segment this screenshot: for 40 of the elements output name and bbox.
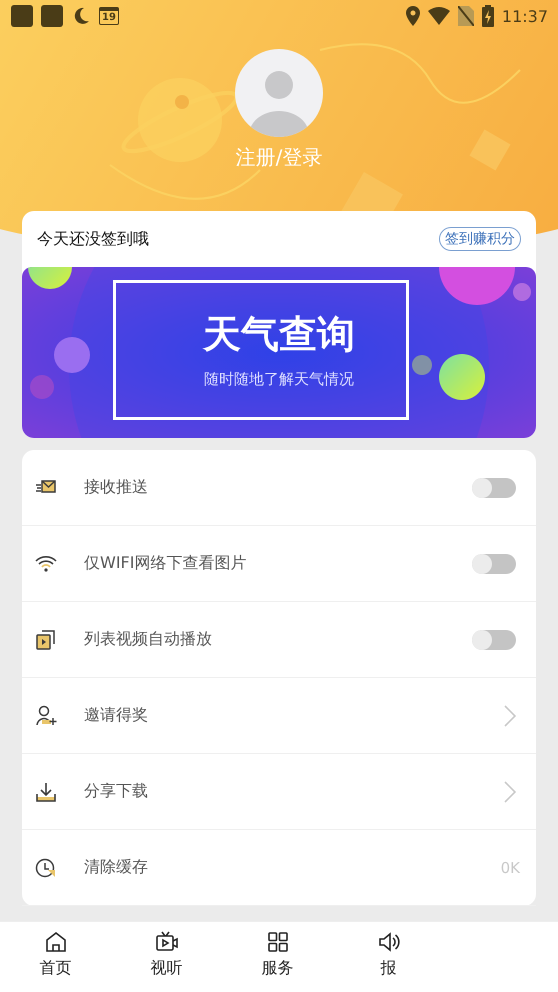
- location-icon: [406, 6, 420, 26]
- setting-label: 仅WIFI网络下查看图片: [84, 553, 248, 574]
- home-icon: [44, 930, 68, 954]
- banner-subtitle: 随时随地了解天气情况: [203, 370, 355, 389]
- tv-icon: [154, 930, 178, 954]
- avatar-icon[interactable]: [235, 49, 323, 137]
- weather-banner[interactable]: 天气查询 随时随地了解天气情况: [22, 267, 536, 438]
- chevron-right-icon: [504, 704, 516, 726]
- add-user-icon: [34, 704, 58, 728]
- setting-label: 分享下载: [84, 781, 149, 802]
- no-sim-icon: [458, 6, 474, 26]
- nav-tab[interactable]: 视听: [111, 922, 222, 992]
- toggle-switch[interactable]: [472, 630, 516, 650]
- battery-icon: [482, 5, 494, 27]
- sign-in-button[interactable]: 签到赚积分: [439, 227, 521, 251]
- nav-tab[interactable]: 报: [333, 922, 444, 992]
- settings-row[interactable]: 邀请得奖: [22, 678, 536, 754]
- toggle-switch[interactable]: [472, 554, 516, 574]
- banner-title: 天气查询: [202, 312, 356, 356]
- notification-icon: [41, 5, 63, 27]
- grid-icon: [266, 930, 290, 954]
- setting-label: 邀请得奖: [84, 705, 149, 726]
- clock-time: 11:37: [502, 6, 548, 26]
- sign-in-message: 今天还没签到哦: [37, 228, 149, 250]
- nav-tab[interactable]: 首页: [0, 922, 111, 992]
- wifi-icon: [428, 7, 450, 25]
- setting-label: 接收推送: [84, 477, 149, 498]
- nav-tab[interactable]: 服务: [222, 922, 333, 992]
- toggle-switch[interactable]: [472, 478, 516, 498]
- settings-row[interactable]: 分享下载: [22, 754, 536, 830]
- speaker-icon: [376, 930, 400, 954]
- settings-row[interactable]: 列表视频自动播放: [22, 602, 536, 678]
- chevron-right-icon: [504, 780, 516, 802]
- notification-icon: [11, 5, 33, 27]
- settings-row[interactable]: 接收推送: [22, 450, 536, 526]
- video-icon: [34, 628, 58, 652]
- setting-label: 列表视频自动播放: [84, 629, 213, 650]
- setting-label: 清除缓存: [84, 857, 149, 878]
- settings-row[interactable]: 仅WIFI网络下查看图片: [22, 526, 536, 602]
- calendar-icon: 19: [99, 7, 119, 25]
